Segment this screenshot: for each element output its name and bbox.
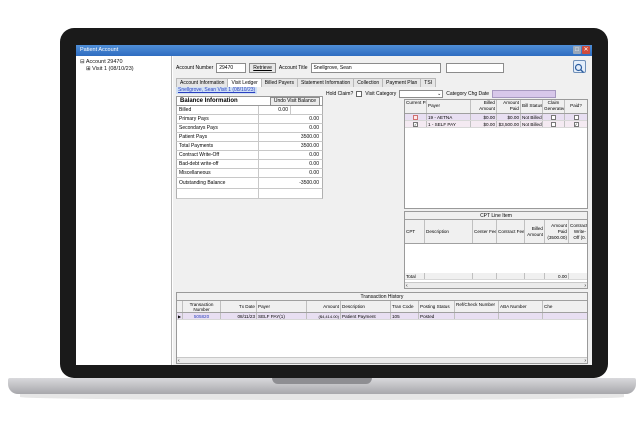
laptop-shadow [20,394,624,400]
main-panel: Account Number 29470 Retrieve Account Ti… [173,56,592,365]
tab-visit-ledger[interactable]: Visit Ledger [227,78,262,87]
account-title-input[interactable]: Snellgrove, Sean [310,63,441,73]
hold-claim-label: Hold Claim? [326,90,354,97]
visit-link[interactable]: Snellgrove, Sean Visit 1 (08/10/23) [176,87,258,94]
current-payer-checkbox[interactable] [413,122,418,127]
balance-row-empty [176,189,323,199]
tab-billed-payers[interactable]: Billed Payers [260,78,298,87]
claim-generated-checkbox[interactable] [551,122,556,127]
balance-panel: Snellgrove, Sean Visit 1 (08/10/23) Bala… [176,87,323,283]
tab-statement-information[interactable]: Statement Information [296,78,355,87]
transaction-horizontal-scrollbar[interactable]: ‹ › [177,357,587,363]
transaction-grid: Transaction History Transaction Number T… [176,292,588,364]
account-number-input[interactable]: 29470 [216,63,247,73]
retrieve-button[interactable]: Retrieve [249,63,276,73]
visit-category-select[interactable]: ⌄ [399,89,444,98]
balance-heading: Balance Information [180,98,238,104]
app-window: Patient Account □ ✕ ⊟ Account 29470 ⊞ Vi… [76,45,592,365]
category-date-input[interactable] [492,89,557,98]
account-number-label: Account Number [176,65,214,71]
balance-row: Bad-debt write-off 0.00 [176,160,323,169]
tree-node-visit[interactable]: ⊞ Visit 1 (08/10/23) [80,66,167,73]
laptop-notch [272,378,372,384]
chevron-down-icon: ⌄ [437,90,442,97]
tab-strip: Account Information Visit Ledger Billed … [176,78,437,87]
close-icon[interactable]: ✕ [582,46,590,54]
undo-visit-balance-button[interactable]: Undo Visit Balance [269,96,320,106]
tab-tsi[interactable]: TSI [420,78,437,87]
balance-row: Secondarys Pays 0.00 [176,124,323,133]
tab-collection[interactable]: Collection [353,78,384,87]
transaction-caption: Transaction History [177,293,587,301]
balance-row-billed: Billed 0.00 [176,106,323,115]
tab-payment-plan[interactable]: Payment Plan [382,78,422,87]
tree-node-account[interactable]: ⊟ Account 29470 [80,59,167,66]
claim-generated-checkbox[interactable] [551,115,556,120]
cpt-total-row: Total 0.00 [405,273,587,280]
search-icon [574,63,584,73]
balance-row: Patient Pays 3500.00 [176,133,323,142]
paid-checkbox[interactable] [573,115,579,120]
balance-row-outstanding: Outstanding Balance -3500.00 [176,178,323,189]
balance-row: Total Payments 3500.00 [176,142,323,151]
payer-row[interactable]: 19 - AETNA $0.00 $0.00 Not Billed [405,114,587,121]
window-titlebar: Patient Account □ ✕ [76,45,592,56]
cpt-caption: CPT Line Item [405,212,587,220]
payer-row[interactable]: 1 - SELF PAY $0.00 $3,500.00 Not Billed [405,121,587,128]
transaction-number-link[interactable]: 505820 [183,313,221,319]
hold-claim-checkbox[interactable] [356,90,363,97]
paid-checkbox[interactable] [573,122,579,127]
balance-row: Contract Write-Off 0.00 [176,151,323,160]
account-tree: ⊟ Account 29470 ⊞ Visit 1 (08/10/23) [76,56,172,365]
category-date-label: Category Chg Date [446,90,490,97]
hold-claim-row: Hold Claim? Visit Category ⌄ Category Ch… [326,89,588,98]
balance-row: Miscellaneous 0.00 [176,169,323,178]
tab-account-information[interactable]: Account Information [176,78,229,87]
window-title: Patient Account [80,47,119,53]
search-button[interactable] [573,60,586,73]
search-input[interactable] [445,63,504,73]
transaction-row[interactable]: ▶ 505820 08/11/23 SELF PAY(1) ($4,414.00… [177,313,587,320]
cpt-horizontal-scrollbar[interactable]: ‹ › [405,282,587,288]
maximize-icon[interactable]: □ [573,46,581,54]
current-payer-checkbox[interactable] [413,115,418,120]
visit-category-label: Visit Category [365,90,397,97]
cpt-grid: CPT Line Item CPT Description Center Fee… [404,211,588,289]
account-title-label: Account Title [278,65,308,71]
payer-grid: Current Payer Payer Billed Amount Amount… [404,99,588,209]
balance-row: Primary Pays 0.00 [176,115,323,124]
